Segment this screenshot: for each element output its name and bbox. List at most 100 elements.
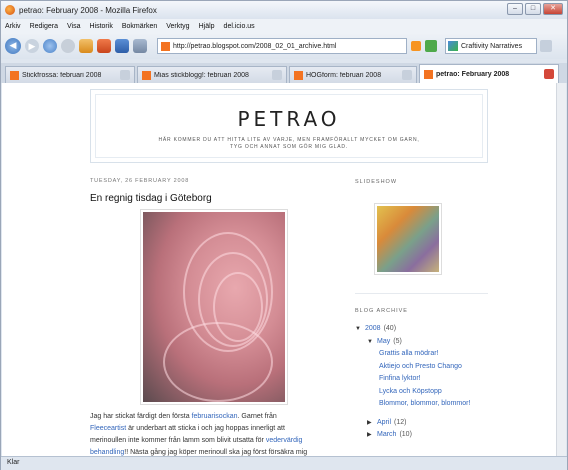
tab-bar: Stickfrossa: februari 2008 Mias stickblo…	[1, 63, 567, 83]
menu-redigera[interactable]: Redigera	[30, 23, 58, 30]
expand-triangle-icon[interactable]: ▶	[367, 417, 377, 430]
menu-hjalp[interactable]: Hjälp	[199, 23, 215, 30]
window-title: petrao: February 2008 - Mozilla Firefox	[19, 5, 157, 15]
archive-year-label[interactable]: 2008	[365, 323, 381, 336]
menu-bokmarken[interactable]: Bokmärken	[122, 23, 157, 30]
blog-header: PETRAO HÄR KOMMER DU ATT HITTA LITE AV V…	[90, 89, 488, 163]
close-tab-icon[interactable]	[402, 70, 412, 80]
blog-description: HÄR KOMMER DU ATT HITTA LITE AV VARJE, M…	[96, 137, 482, 151]
search-input[interactable]: Craftivity Narratives	[445, 38, 537, 54]
blogger-favicon-icon	[294, 70, 303, 80]
address-url: http://petrao.blogspot.com/2008_02_01_ar…	[173, 42, 337, 50]
blog-archive-label: BLOG ARCHIVE	[355, 308, 408, 314]
archive-month-may[interactable]: ▼ May (5)	[355, 336, 505, 349]
knitted-sock-photo	[143, 212, 285, 402]
archive-month-label[interactable]: March	[377, 429, 396, 442]
post-line: behandling!! Nästa gång jag köper merino…	[90, 447, 340, 456]
close-tab-icon[interactable]	[120, 70, 130, 80]
tag-icon[interactable]	[133, 39, 147, 53]
tab-label: Stickfrossa: februari 2008	[22, 71, 102, 79]
close-tab-icon[interactable]	[544, 69, 554, 79]
menu-verktyg[interactable]: Verktyg	[166, 23, 189, 30]
archive-count: (5)	[393, 337, 402, 345]
post-text: är underbart att sticka i och jag hoppas…	[126, 425, 285, 432]
close-tab-icon[interactable]	[272, 70, 282, 80]
link-vedervardig[interactable]: vedervärdig	[266, 437, 303, 444]
tab-label: Mias stickblogg!: februari 2008	[154, 71, 249, 79]
rss-feed-icon[interactable]	[411, 41, 421, 51]
post-text: merinoullen inte kommer från lamm som bl…	[90, 437, 266, 444]
archive-month-march[interactable]: ▶ March (10)	[355, 429, 505, 442]
post-line: Jag har stickat färdigt den första febru…	[90, 411, 340, 423]
blogger-favicon-icon	[142, 70, 151, 80]
slideshow-label: SLIDESHOW	[355, 179, 398, 185]
title-bar: petrao: February 2008 - Mozilla Firefox …	[1, 1, 567, 19]
post-body: Jag har stickat färdigt den första febru…	[90, 411, 340, 456]
archive-post-link[interactable]: Finfina lyktor!	[355, 373, 505, 386]
forward-arrow-icon[interactable]: ▶	[25, 39, 39, 53]
firefox-icon	[5, 5, 15, 15]
address-bar[interactable]: http://petrao.blogspot.com/2008_02_01_ar…	[157, 38, 407, 54]
collapse-triangle-icon[interactable]: ▼	[355, 323, 365, 336]
archive-month-label[interactable]: April	[377, 417, 391, 430]
back-arrow-icon[interactable]: ◀	[5, 38, 21, 54]
menu-visa[interactable]: Visa	[67, 23, 81, 30]
knit-pattern-shape	[163, 322, 273, 402]
post-line: Fleeceartist är underbart att sticka i o…	[90, 423, 340, 435]
link-behandling[interactable]: behandling	[90, 449, 124, 456]
blogger-favicon-icon	[10, 70, 19, 80]
archive-post-link[interactable]: Grattis alla mödrar!	[355, 348, 505, 361]
menu-delicious[interactable]: del.icio.us	[224, 23, 255, 30]
blog-archive-tree: ▼ 2008 (40) ▼ May (5) Grattis alla mödra…	[355, 323, 505, 442]
go-arrow-icon[interactable]	[425, 40, 437, 52]
post-photo[interactable]	[140, 209, 288, 405]
navigation-toolbar: ◀ ▶ http://petrao.blogspot.com/2008_02_0…	[1, 33, 567, 59]
blogger-favicon-icon	[161, 41, 170, 51]
status-bar: Klar	[1, 456, 567, 470]
tab-mias-stickblogg[interactable]: Mias stickblogg!: februari 2008	[137, 66, 287, 83]
page-content: PETRAO HÄR KOMMER DU ATT HITTA LITE AV V…	[2, 83, 566, 456]
menu-historik[interactable]: Historik	[89, 23, 112, 30]
link-fleeceartist[interactable]: Fleeceartist	[90, 425, 126, 432]
menu-arkiv[interactable]: Arkiv	[5, 23, 21, 30]
archive-count: (10)	[399, 431, 412, 438]
window-controls: – □ ✕	[507, 3, 563, 15]
extension-icon[interactable]	[97, 39, 111, 53]
sidebar-divider	[355, 293, 488, 294]
vertical-scrollbar[interactable]	[556, 83, 566, 456]
search-go-icon[interactable]	[540, 40, 552, 52]
blog-description-line: TYG OCH ANNAT SOM GÖR MIG GLAD.	[230, 144, 348, 150]
maximize-button[interactable]: □	[525, 3, 541, 15]
home-icon[interactable]	[79, 39, 93, 53]
link-februarisockan[interactable]: februarisockan	[192, 413, 238, 420]
archive-post-link[interactable]: Aktiejo och Presto Chango	[355, 361, 505, 374]
archive-year-2008[interactable]: ▼ 2008 (40)	[355, 323, 505, 336]
post-title[interactable]: En regnig tisdag i Göteborg	[90, 193, 212, 204]
blog-description-line: HÄR KOMMER DU ATT HITTA LITE AV VARJE, M…	[158, 137, 420, 143]
menu-bar: Arkiv Redigera Visa Historik Bokmärken V…	[1, 19, 567, 33]
post-text: !! Nästa gång jag köper merinoull ska ja…	[124, 449, 308, 456]
status-text: Klar	[7, 459, 20, 466]
archive-post-link[interactable]: Lycka och Köpstopp	[355, 386, 505, 399]
bookmark-icon[interactable]	[115, 39, 129, 53]
tab-hogform[interactable]: HÖGform: februari 2008	[289, 66, 417, 83]
archive-post-link[interactable]: Blommor, blommor, blommor!	[355, 398, 505, 411]
tab-label: HÖGform: februari 2008	[306, 71, 382, 79]
post-line: merinoullen inte kommer från lamm som bl…	[90, 435, 340, 447]
tab-stickfrossa[interactable]: Stickfrossa: februari 2008	[5, 66, 135, 83]
archive-month-april[interactable]: ▶ April (12)	[355, 417, 505, 430]
post-text: Jag har stickat färdigt den första	[90, 413, 192, 420]
slideshow-image[interactable]	[375, 204, 441, 274]
post-date: TUESDAY, 26 FEBRUARY 2008	[90, 178, 190, 184]
stop-icon[interactable]	[61, 39, 75, 53]
collapse-triangle-icon[interactable]: ▼	[367, 336, 377, 349]
minimize-button[interactable]: –	[507, 3, 523, 15]
reload-icon[interactable]	[43, 39, 57, 53]
search-engine-name: Craftivity Narratives	[461, 42, 523, 50]
tab-petrao[interactable]: petrao: February 2008	[419, 64, 559, 83]
blog-title[interactable]: PETRAO	[96, 107, 482, 131]
expand-triangle-icon[interactable]: ▶	[367, 429, 377, 442]
search-engine-icon[interactable]	[448, 41, 458, 51]
archive-month-label[interactable]: May	[377, 336, 390, 349]
close-window-button[interactable]: ✕	[543, 3, 563, 15]
